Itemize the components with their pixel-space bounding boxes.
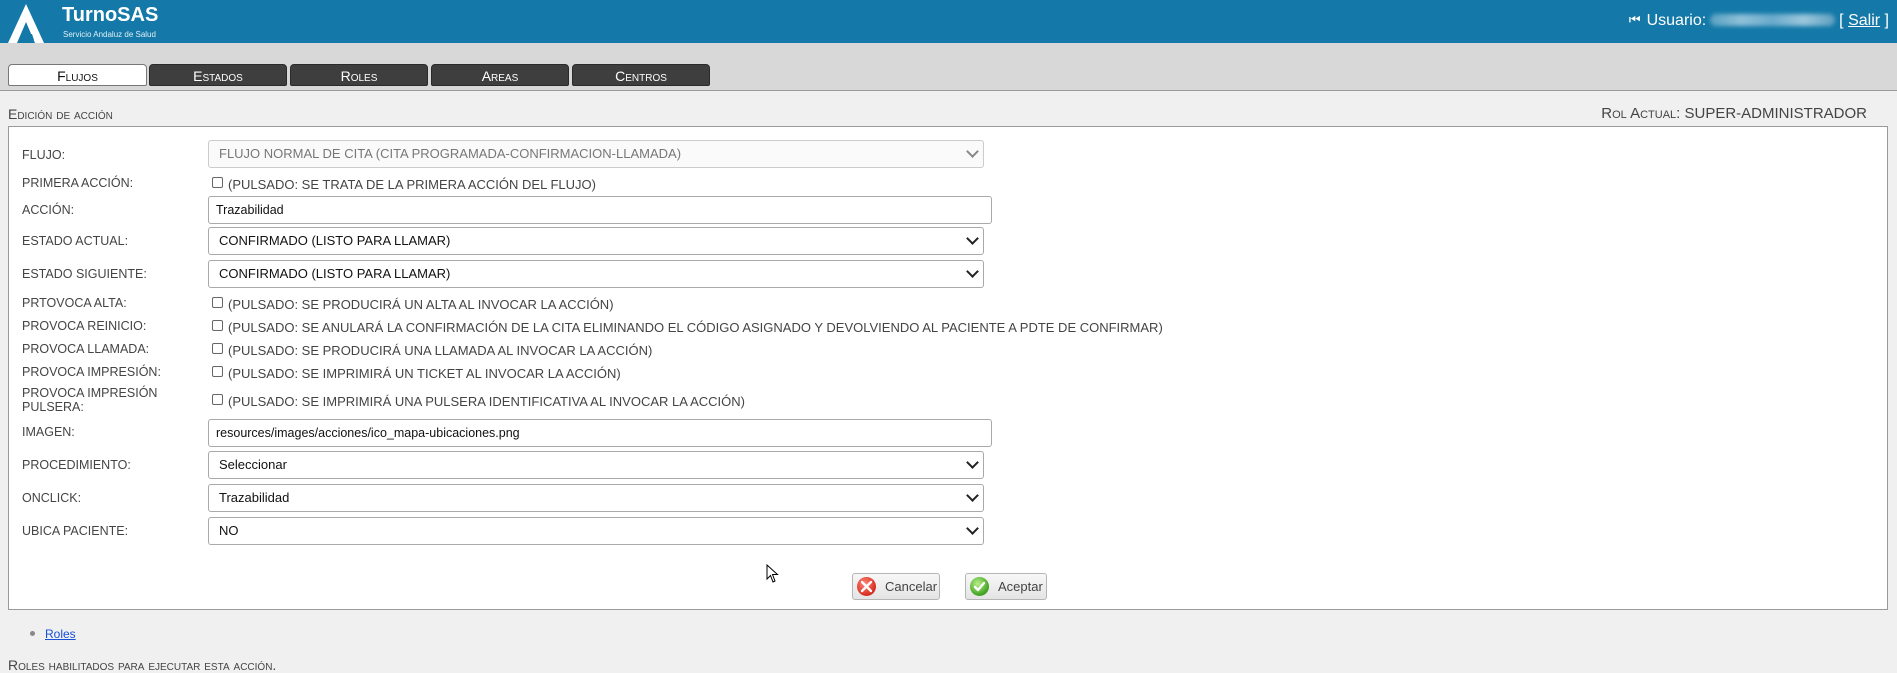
tab-roles[interactable]: Roles bbox=[290, 64, 428, 86]
roles-caption: Roles habilitados para ejecutar esta acc… bbox=[8, 657, 277, 673]
accion-input[interactable]: Trazabilidad bbox=[208, 196, 992, 224]
accion-label: ACCIÓN: bbox=[22, 203, 75, 217]
primera-accion-hint: (PULSADO: SE TRATA DE LA PRIMERA ACCIÓN … bbox=[228, 177, 596, 192]
provoca-reinicio-checkbox[interactable] bbox=[212, 320, 223, 331]
tab-flujos[interactable]: Flujos bbox=[8, 64, 147, 86]
ubica-paciente-label: UBICA PACIENTE: bbox=[22, 524, 129, 538]
procedimiento-label: PROCEDIMIENTO: bbox=[22, 458, 131, 472]
user-bar: ⏮ Usuario:[ Salir ] bbox=[1628, 12, 1889, 29]
provoca-alta-checkbox[interactable] bbox=[212, 297, 223, 308]
chevron-down-icon bbox=[966, 456, 979, 469]
onclick-select[interactable]: Trazabilidad bbox=[208, 484, 984, 512]
estado-siguiente-label: ESTADO SIGUIENTE: bbox=[22, 267, 147, 281]
logout-link[interactable]: Salir bbox=[1848, 12, 1880, 29]
current-role: Rol Actual: SUPER-ADMINISTRADOR bbox=[1601, 105, 1867, 122]
mouse-cursor-icon bbox=[766, 564, 779, 583]
chevron-down-icon bbox=[966, 232, 979, 245]
provoca-impresion-pulsera-checkbox[interactable] bbox=[212, 394, 223, 405]
chevron-down-icon bbox=[966, 145, 979, 158]
chevron-down-icon bbox=[966, 265, 979, 278]
provoca-reinicio-hint: (PULSADO: SE ANULARÁ LA CONFIRMACIÓN DE … bbox=[228, 320, 1163, 335]
provoca-impresion-pulsera-label: PROVOCA IMPRESIÓN PULSERA: bbox=[22, 386, 158, 414]
tab-areas[interactable]: Areas bbox=[431, 64, 569, 86]
user-label: Usuario: bbox=[1646, 12, 1707, 29]
app-header: TurnoSAS Servicio Andaluz de Salud ⏮ Usua… bbox=[0, 0, 1897, 43]
flujo-label: FLUJO: bbox=[22, 148, 66, 162]
primera-accion-label: PRIMERA ACCIÓN: bbox=[22, 176, 134, 190]
section-title: Edición de acción bbox=[8, 106, 113, 122]
onclick-label: ONCLICK: bbox=[22, 491, 82, 505]
estado-siguiente-select[interactable]: CONFIRMADO (LISTO PARA LLAMAR) bbox=[208, 260, 984, 288]
estado-actual-select[interactable]: CONFIRMADO (LISTO PARA LLAMAR) bbox=[208, 227, 984, 255]
tab-centros[interactable]: Centros bbox=[572, 64, 710, 86]
chevron-down-icon bbox=[966, 522, 979, 535]
username-redacted bbox=[1710, 14, 1836, 26]
skip-back-icon: ⏮ bbox=[1628, 12, 1641, 27]
cancel-button[interactable]: Cancelar bbox=[852, 573, 940, 600]
provoca-impresion-hint: (PULSADO: SE IMPRIMIRÁ UN TICKET AL INVO… bbox=[228, 366, 621, 381]
ubica-paciente-select[interactable]: NO bbox=[208, 517, 984, 545]
chevron-down-icon bbox=[966, 489, 979, 502]
provoca-llamada-label: PROVOCA LLAMADA: bbox=[22, 342, 150, 356]
provoca-impresion-checkbox[interactable] bbox=[212, 366, 223, 377]
provoca-llamada-hint: (PULSADO: SE PRODUCIRÁ UNA LLAMADA AL IN… bbox=[228, 343, 653, 358]
check-icon bbox=[970, 577, 989, 596]
app-brand: TurnoSAS bbox=[62, 4, 159, 26]
imagen-input[interactable]: resources/images/acciones/ico_mapa-ubica… bbox=[208, 419, 992, 447]
provoca-impresion-label: PROVOCA IMPRESIÓN: bbox=[22, 365, 161, 379]
sas-logo-icon bbox=[8, 4, 44, 43]
provoca-llamada-checkbox[interactable] bbox=[212, 343, 223, 354]
procedimiento-select[interactable]: Seleccionar bbox=[208, 451, 984, 479]
cancel-icon bbox=[857, 577, 876, 596]
roles-list-item: Roles bbox=[30, 627, 76, 641]
provoca-reinicio-label: PROVOCA REINICIO: bbox=[22, 319, 147, 333]
tab-estados[interactable]: Estados bbox=[149, 64, 287, 86]
provoca-alta-label: PRTOVOCA ALTA: bbox=[22, 296, 127, 310]
estado-actual-label: ESTADO ACTUAL: bbox=[22, 234, 129, 248]
imagen-label: IMAGEN: bbox=[22, 425, 75, 439]
primera-accion-checkbox[interactable] bbox=[212, 177, 223, 188]
roles-link[interactable]: Roles bbox=[45, 627, 76, 641]
provoca-alta-hint: (PULSADO: SE PRODUCIRÁ UN ALTA AL INVOCA… bbox=[228, 297, 614, 312]
app-brand-subtitle: Servicio Andaluz de Salud bbox=[63, 30, 156, 39]
action-edit-form: FLUJO: FLUJO NORMAL DE CITA (CITA PROGRA… bbox=[8, 126, 1888, 610]
provoca-impresion-pulsera-hint: (PULSADO: SE IMPRIMIRÁ UNA PULSERA IDENT… bbox=[228, 394, 745, 409]
accept-button[interactable]: Aceptar bbox=[965, 573, 1047, 600]
flujo-select[interactable]: FLUJO NORMAL DE CITA (CITA PROGRAMADA-CO… bbox=[208, 140, 984, 168]
tab-bar: Flujos Estados Roles Areas Centros bbox=[0, 43, 1897, 91]
